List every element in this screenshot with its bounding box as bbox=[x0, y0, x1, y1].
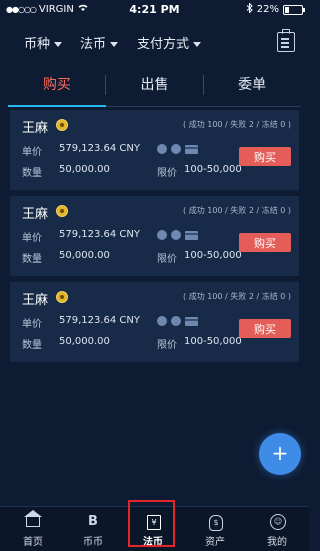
fiat-filter-label: 法币 bbox=[80, 37, 107, 52]
nav-home[interactable]: 首页 bbox=[4, 507, 62, 551]
filter-bar: 币种 法币 支付方式 bbox=[0, 28, 309, 56]
nav-assets-label: 资产 bbox=[205, 537, 225, 548]
price-label: 单价 bbox=[22, 147, 42, 158]
nav-profile[interactable]: ☺ 我的 bbox=[248, 507, 306, 551]
buy-button[interactable]: 购买 bbox=[239, 147, 291, 166]
add-order-button[interactable]: + bbox=[259, 433, 301, 475]
price-value: 579,123.64 CNY bbox=[59, 143, 141, 154]
merchant-name: 王麻 bbox=[22, 207, 49, 222]
limit-value: 100-50,000 bbox=[184, 250, 242, 261]
price-label: 单价 bbox=[22, 319, 42, 330]
wechat-pay-icon bbox=[171, 144, 181, 154]
bluetooth-icon bbox=[246, 2, 253, 16]
merchant-stats: ( 成功 100 / 失败 2 / 冻结 0 ) bbox=[183, 120, 291, 129]
nav-profile-label: 我的 bbox=[267, 537, 287, 548]
price-value: 579,123.64 CNY bbox=[59, 229, 141, 240]
limit-value: 100-50,000 bbox=[184, 336, 242, 347]
wechat-pay-icon bbox=[171, 316, 181, 326]
medal-icon bbox=[56, 119, 68, 131]
coin-filter[interactable]: 币种 bbox=[24, 33, 63, 52]
alipay-icon bbox=[157, 230, 167, 240]
payment-filter[interactable]: 支付方式 bbox=[137, 33, 202, 52]
quantity-value: 50,000.00 bbox=[59, 164, 110, 175]
status-bar: ●●○○○ VIRGIN 4:21 PM 22% bbox=[0, 0, 309, 20]
order-card: 王麻 ( 成功 100 / 失败 2 / 冻结 0 ) 单价 579,123.6… bbox=[10, 110, 299, 190]
fiat-filter[interactable]: 法币 bbox=[80, 33, 119, 52]
alipay-icon bbox=[157, 144, 167, 154]
quantity-label: 数量 bbox=[22, 254, 42, 265]
price-value: 579,123.64 CNY bbox=[59, 315, 141, 326]
tab-divider bbox=[105, 75, 106, 95]
nav-coin-trade-label: 币币 bbox=[83, 537, 103, 548]
caret-down-icon bbox=[110, 41, 119, 47]
limit-label: 限价 bbox=[157, 254, 177, 265]
limit-value: 100-50,000 bbox=[184, 164, 242, 175]
merchant-name: 王麻 bbox=[22, 293, 49, 308]
bitcoin-icon: B bbox=[88, 514, 98, 529]
wechat-pay-icon bbox=[171, 230, 181, 240]
battery-icon bbox=[283, 4, 305, 15]
tab-divider bbox=[203, 75, 204, 95]
price-label: 单价 bbox=[22, 233, 42, 244]
merchant-stats: ( 成功 100 / 失败 2 / 冻结 0 ) bbox=[183, 206, 291, 215]
merchant-name: 王麻 bbox=[22, 121, 49, 136]
buy-button[interactable]: 购买 bbox=[239, 319, 291, 338]
order-list: 王麻 ( 成功 100 / 失败 2 / 冻结 0 ) 单价 579,123.6… bbox=[10, 110, 299, 368]
tab-sell[interactable]: 出售 bbox=[106, 66, 204, 106]
bank-card-icon bbox=[185, 231, 198, 240]
highlight-box bbox=[128, 500, 175, 547]
nav-coin-trade[interactable]: B 币币 bbox=[64, 507, 122, 551]
quantity-label: 数量 bbox=[22, 340, 42, 351]
quantity-value: 50,000.00 bbox=[59, 336, 110, 347]
buy-button[interactable]: 购买 bbox=[239, 233, 291, 252]
bank-card-icon bbox=[185, 317, 198, 326]
order-card: 王麻 ( 成功 100 / 失败 2 / 冻结 0 ) 单价 579,123.6… bbox=[10, 282, 299, 362]
payment-filter-label: 支付方式 bbox=[137, 37, 190, 52]
merchant-stats: ( 成功 100 / 失败 2 / 冻结 0 ) bbox=[183, 292, 291, 301]
user-icon: ☺ bbox=[270, 514, 286, 530]
quantity-value: 50,000.00 bbox=[59, 250, 110, 261]
medal-icon bbox=[56, 291, 68, 303]
caret-down-icon bbox=[193, 41, 202, 47]
tab-buy[interactable]: 购买 bbox=[8, 66, 106, 107]
order-card: 王麻 ( 成功 100 / 失败 2 / 冻结 0 ) 单价 579,123.6… bbox=[10, 196, 299, 276]
medal-icon bbox=[56, 205, 68, 217]
trade-tabs: 购买 出售 委单 bbox=[8, 66, 301, 107]
limit-label: 限价 bbox=[157, 168, 177, 179]
tab-orders[interactable]: 委单 bbox=[203, 66, 301, 106]
caret-down-icon bbox=[54, 41, 63, 47]
quantity-label: 数量 bbox=[22, 168, 42, 179]
bank-card-icon bbox=[185, 145, 198, 154]
nav-assets[interactable]: $ 资产 bbox=[186, 507, 244, 551]
coin-filter-label: 币种 bbox=[24, 37, 51, 52]
status-right: 22% bbox=[246, 2, 305, 16]
battery-percent: 22% bbox=[256, 4, 279, 15]
home-icon bbox=[24, 510, 42, 527]
wallet-icon: $ bbox=[209, 515, 223, 531]
clipboard-icon[interactable] bbox=[277, 29, 295, 52]
limit-label: 限价 bbox=[157, 340, 177, 351]
nav-home-label: 首页 bbox=[23, 537, 43, 548]
alipay-icon bbox=[157, 316, 167, 326]
